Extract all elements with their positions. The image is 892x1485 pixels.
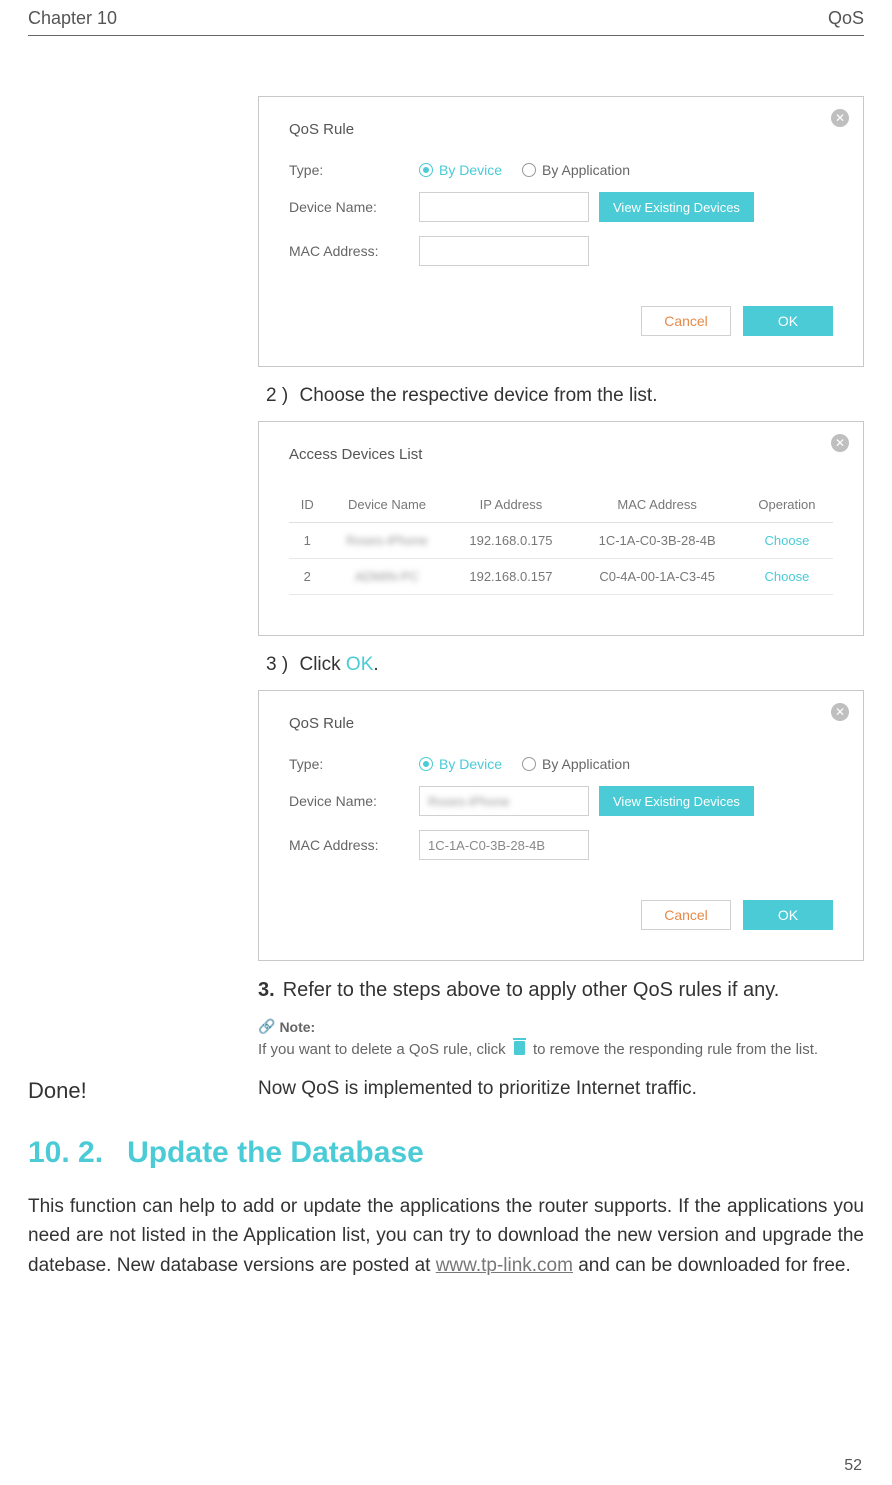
paperclip-icon: 🔗	[258, 1018, 275, 1035]
chapter-label: Chapter 10	[28, 8, 117, 29]
cell-id: 2	[289, 559, 326, 595]
done-row: Done! Now QoS is implemented to prioriti…	[28, 1078, 864, 1100]
note-pre: If you want to delete a QoS rule, click	[258, 1041, 510, 1058]
note-label: Note:	[279, 1019, 315, 1035]
panel-actions: Cancel OK	[289, 900, 833, 930]
mac-address-row: MAC Address:	[289, 236, 833, 266]
panel-actions: Cancel OK	[289, 306, 833, 336]
cell-mac: 1C-1A-C0-3B-28-4B	[573, 523, 741, 559]
device-name-input[interactable]: Roses-iPhone	[419, 786, 589, 816]
radio-icon	[522, 757, 536, 771]
step-text: Refer to the steps above to apply other …	[283, 979, 780, 1001]
step-2-text: Choose the respective device from the li…	[299, 385, 657, 406]
radio-by-device-label: By Device	[439, 756, 502, 772]
cell-id: 1	[289, 523, 326, 559]
device-name-label: Device Name:	[289, 793, 419, 809]
panel-title: QoS Rule	[289, 121, 833, 138]
table-row: 1 Roses-iPhone 192.168.0.175 1C-1A-C0-3B…	[289, 523, 833, 559]
ok-button[interactable]: OK	[743, 306, 833, 336]
table-header-row: ID Device Name IP Address MAC Address Op…	[289, 487, 833, 523]
done-text: Now QoS is implemented to prioritize Int…	[258, 1078, 697, 1100]
para-text-2: and can be downloaded for free.	[573, 1255, 851, 1276]
step-3-post: .	[373, 654, 378, 675]
cell-ip: 192.168.0.157	[449, 559, 574, 595]
note-post: to remove the responding rule from the l…	[529, 1041, 818, 1058]
view-existing-devices-button[interactable]: View Existing Devices	[599, 192, 754, 222]
radio-by-application-label: By Application	[542, 162, 630, 178]
section-number: 10. 2.	[28, 1136, 103, 1169]
mac-address-label: MAC Address:	[289, 837, 419, 853]
view-existing-devices-button[interactable]: View Existing Devices	[599, 786, 754, 816]
done-label: Done!	[28, 1078, 87, 1104]
radio-by-device[interactable]: By Device	[419, 162, 502, 178]
device-name-row: Device Name: Roses-iPhone View Existing …	[289, 786, 833, 816]
mac-address-label: MAC Address:	[289, 243, 419, 259]
radio-icon	[419, 757, 433, 771]
cell-choose[interactable]: Choose	[741, 523, 833, 559]
page-title: QoS	[828, 8, 864, 29]
cell-choose[interactable]: Choose	[741, 559, 833, 595]
radio-by-application[interactable]: By Application	[522, 756, 630, 772]
section-title: Update the Database	[127, 1136, 424, 1169]
note-body: If you want to delete a QoS rule, click …	[258, 1039, 864, 1060]
cell-device-name: Roses-iPhone	[326, 523, 449, 559]
cell-mac: C0-4A-00-1A-C3-45	[573, 559, 741, 595]
type-label: Type:	[289, 756, 419, 772]
type-row: Type: By Device By Application	[289, 162, 833, 178]
col-operation: Operation	[741, 487, 833, 523]
step-3-pre: Click	[299, 654, 345, 675]
ok-button[interactable]: OK	[743, 900, 833, 930]
mac-address-input[interactable]: 1C-1A-C0-3B-28-4B	[419, 830, 589, 860]
section-heading: 10. 2. Update the Database	[28, 1136, 864, 1170]
col-ip: IP Address	[449, 487, 574, 523]
panel-title: QoS Rule	[289, 715, 833, 732]
cancel-button[interactable]: Cancel	[641, 900, 731, 930]
page-header: Chapter 10 QoS	[28, 8, 864, 36]
tp-link-url[interactable]: www.tp-link.com	[436, 1255, 573, 1276]
step-2-prefix: 2 )	[266, 385, 288, 406]
mac-address-input[interactable]	[419, 236, 589, 266]
step-3-refer: 3. Refer to the steps above to apply othe…	[258, 979, 864, 1002]
step-num: 3.	[258, 979, 275, 1001]
col-mac: MAC Address	[573, 487, 741, 523]
radio-icon	[419, 163, 433, 177]
section-paragraph: This function can help to add or update …	[28, 1192, 864, 1280]
ok-text: OK	[346, 654, 373, 675]
trash-icon	[514, 1041, 525, 1055]
qos-rule-panel-1: ✕ QoS Rule Type: By Device By Applicatio…	[258, 96, 864, 367]
device-name-row: Device Name: View Existing Devices	[289, 192, 833, 222]
note-heading: 🔗 Note:	[258, 1018, 864, 1035]
cell-ip: 192.168.0.175	[449, 523, 574, 559]
type-row: Type: By Device By Application	[289, 756, 833, 772]
col-device-name: Device Name	[326, 487, 449, 523]
step-2: 2 ) Choose the respective device from th…	[266, 385, 864, 407]
radio-icon	[522, 163, 536, 177]
cell-device-name: ADMIN-PC	[326, 559, 449, 595]
radio-by-device[interactable]: By Device	[419, 756, 502, 772]
type-label: Type:	[289, 162, 419, 178]
page-number: 52	[844, 1457, 862, 1475]
table-row: 2 ADMIN-PC 192.168.0.157 C0-4A-00-1A-C3-…	[289, 559, 833, 595]
radio-by-device-label: By Device	[439, 162, 502, 178]
device-name-label: Device Name:	[289, 199, 419, 215]
device-name-input[interactable]	[419, 192, 589, 222]
close-icon[interactable]: ✕	[831, 434, 849, 452]
close-icon[interactable]: ✕	[831, 703, 849, 721]
radio-by-application-label: By Application	[542, 756, 630, 772]
mac-address-row: MAC Address: 1C-1A-C0-3B-28-4B	[289, 830, 833, 860]
col-id: ID	[289, 487, 326, 523]
panel-title: Access Devices List	[289, 446, 833, 463]
access-devices-panel: ✕ Access Devices List ID Device Name IP …	[258, 421, 864, 636]
radio-by-application[interactable]: By Application	[522, 162, 630, 178]
step-3-click-ok: 3 ) Click OK.	[266, 654, 864, 676]
qos-rule-panel-2: ✕ QoS Rule Type: By Device By Applicatio…	[258, 690, 864, 961]
close-icon[interactable]: ✕	[831, 109, 849, 127]
devices-table: ID Device Name IP Address MAC Address Op…	[289, 487, 833, 595]
cancel-button[interactable]: Cancel	[641, 306, 731, 336]
step-3-prefix: 3 )	[266, 654, 288, 675]
